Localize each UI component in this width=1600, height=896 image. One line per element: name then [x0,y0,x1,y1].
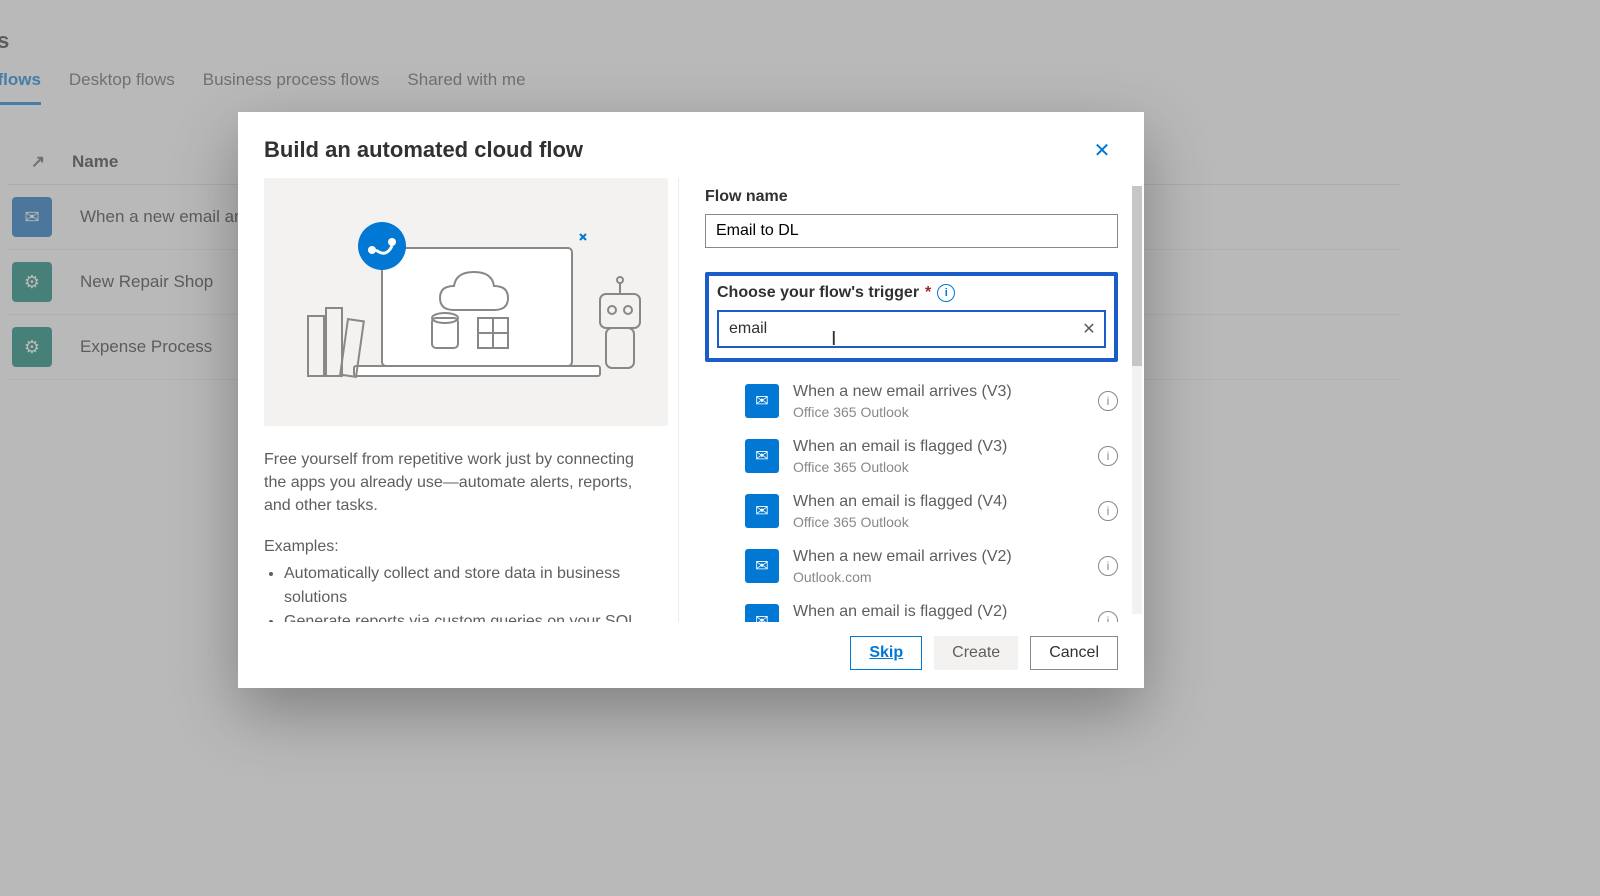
outlook-icon: ✉ [745,604,779,622]
info-icon[interactable]: i [937,284,955,302]
build-flow-dialog: Build an automated cloud flow ✕ [238,112,1144,688]
example-item: Generate reports via custom queries on y… [284,610,652,622]
close-icon[interactable]: ✕ [1086,134,1118,166]
flow-name-label: Flow name [705,188,1118,206]
example-item: Automatically collect and store data in … [284,562,652,610]
dialog-description: Free yourself from repetitive work just … [264,448,652,518]
trigger-item[interactable]: ✉ When an email is flagged (V2) Outlook.… [705,594,1118,622]
trigger-item[interactable]: ✉ When a new email arrives (V3) Office 3… [705,374,1118,429]
trigger-title: When an email is flagged (V2) [793,602,1084,622]
examples-list: Automatically collect and store data in … [264,562,652,622]
info-icon[interactable]: i [1098,446,1118,466]
trigger-search[interactable]: ✕ I [717,310,1106,348]
outlook-icon: ✉ [745,439,779,473]
info-icon[interactable]: i [1098,556,1118,576]
trigger-connector: Office 365 Outlook [793,403,1084,421]
scrollbar[interactable] [1132,186,1142,614]
examples-label: Examples: [264,538,652,556]
trigger-section: Choose your flow's trigger * i ✕ I [705,272,1118,362]
trigger-title: When a new email arrives (V3) [793,382,1084,403]
flow-name-input[interactable] [705,214,1118,248]
trigger-label: Choose your flow's trigger [717,284,919,302]
trigger-connector: Office 365 Outlook [793,513,1084,531]
outlook-icon: ✉ [745,494,779,528]
info-icon[interactable]: i [1098,611,1118,622]
dialog-right-panel: Flow name Choose your flow's trigger * i… [678,178,1144,622]
text-cursor-icon: I [831,328,833,350]
dialog-left-panel: Free yourself from repetitive work just … [238,178,678,622]
dialog-title: Build an automated cloud flow [264,137,583,163]
clear-icon[interactable]: ✕ [1074,314,1104,344]
outlook-icon: ✉ [745,384,779,418]
info-icon[interactable]: i [1098,391,1118,411]
trigger-item[interactable]: ✉ When an email is flagged (V3) Office 3… [705,429,1118,484]
trigger-search-input[interactable] [719,320,1074,338]
illustration [264,178,668,426]
cancel-button[interactable]: Cancel [1030,636,1118,670]
dialog-footer: Skip Create Cancel [238,622,1144,688]
trigger-list: ✉ When a new email arrives (V3) Office 3… [705,374,1118,622]
trigger-item[interactable]: ✉ When a new email arrives (V2) Outlook.… [705,539,1118,594]
trigger-item[interactable]: ✉ When an email is flagged (V4) Office 3… [705,484,1118,539]
info-icon[interactable]: i [1098,501,1118,521]
trigger-title: When an email is flagged (V4) [793,492,1084,513]
trigger-title: When a new email arrives (V2) [793,547,1084,568]
create-button[interactable]: Create [934,636,1018,670]
trigger-connector: Outlook.com [793,568,1084,586]
trigger-connector: Office 365 Outlook [793,458,1084,476]
required-star: * [925,284,931,302]
trigger-title: When an email is flagged (V3) [793,437,1084,458]
outlook-icon: ✉ [745,549,779,583]
skip-button[interactable]: Skip [850,636,922,670]
